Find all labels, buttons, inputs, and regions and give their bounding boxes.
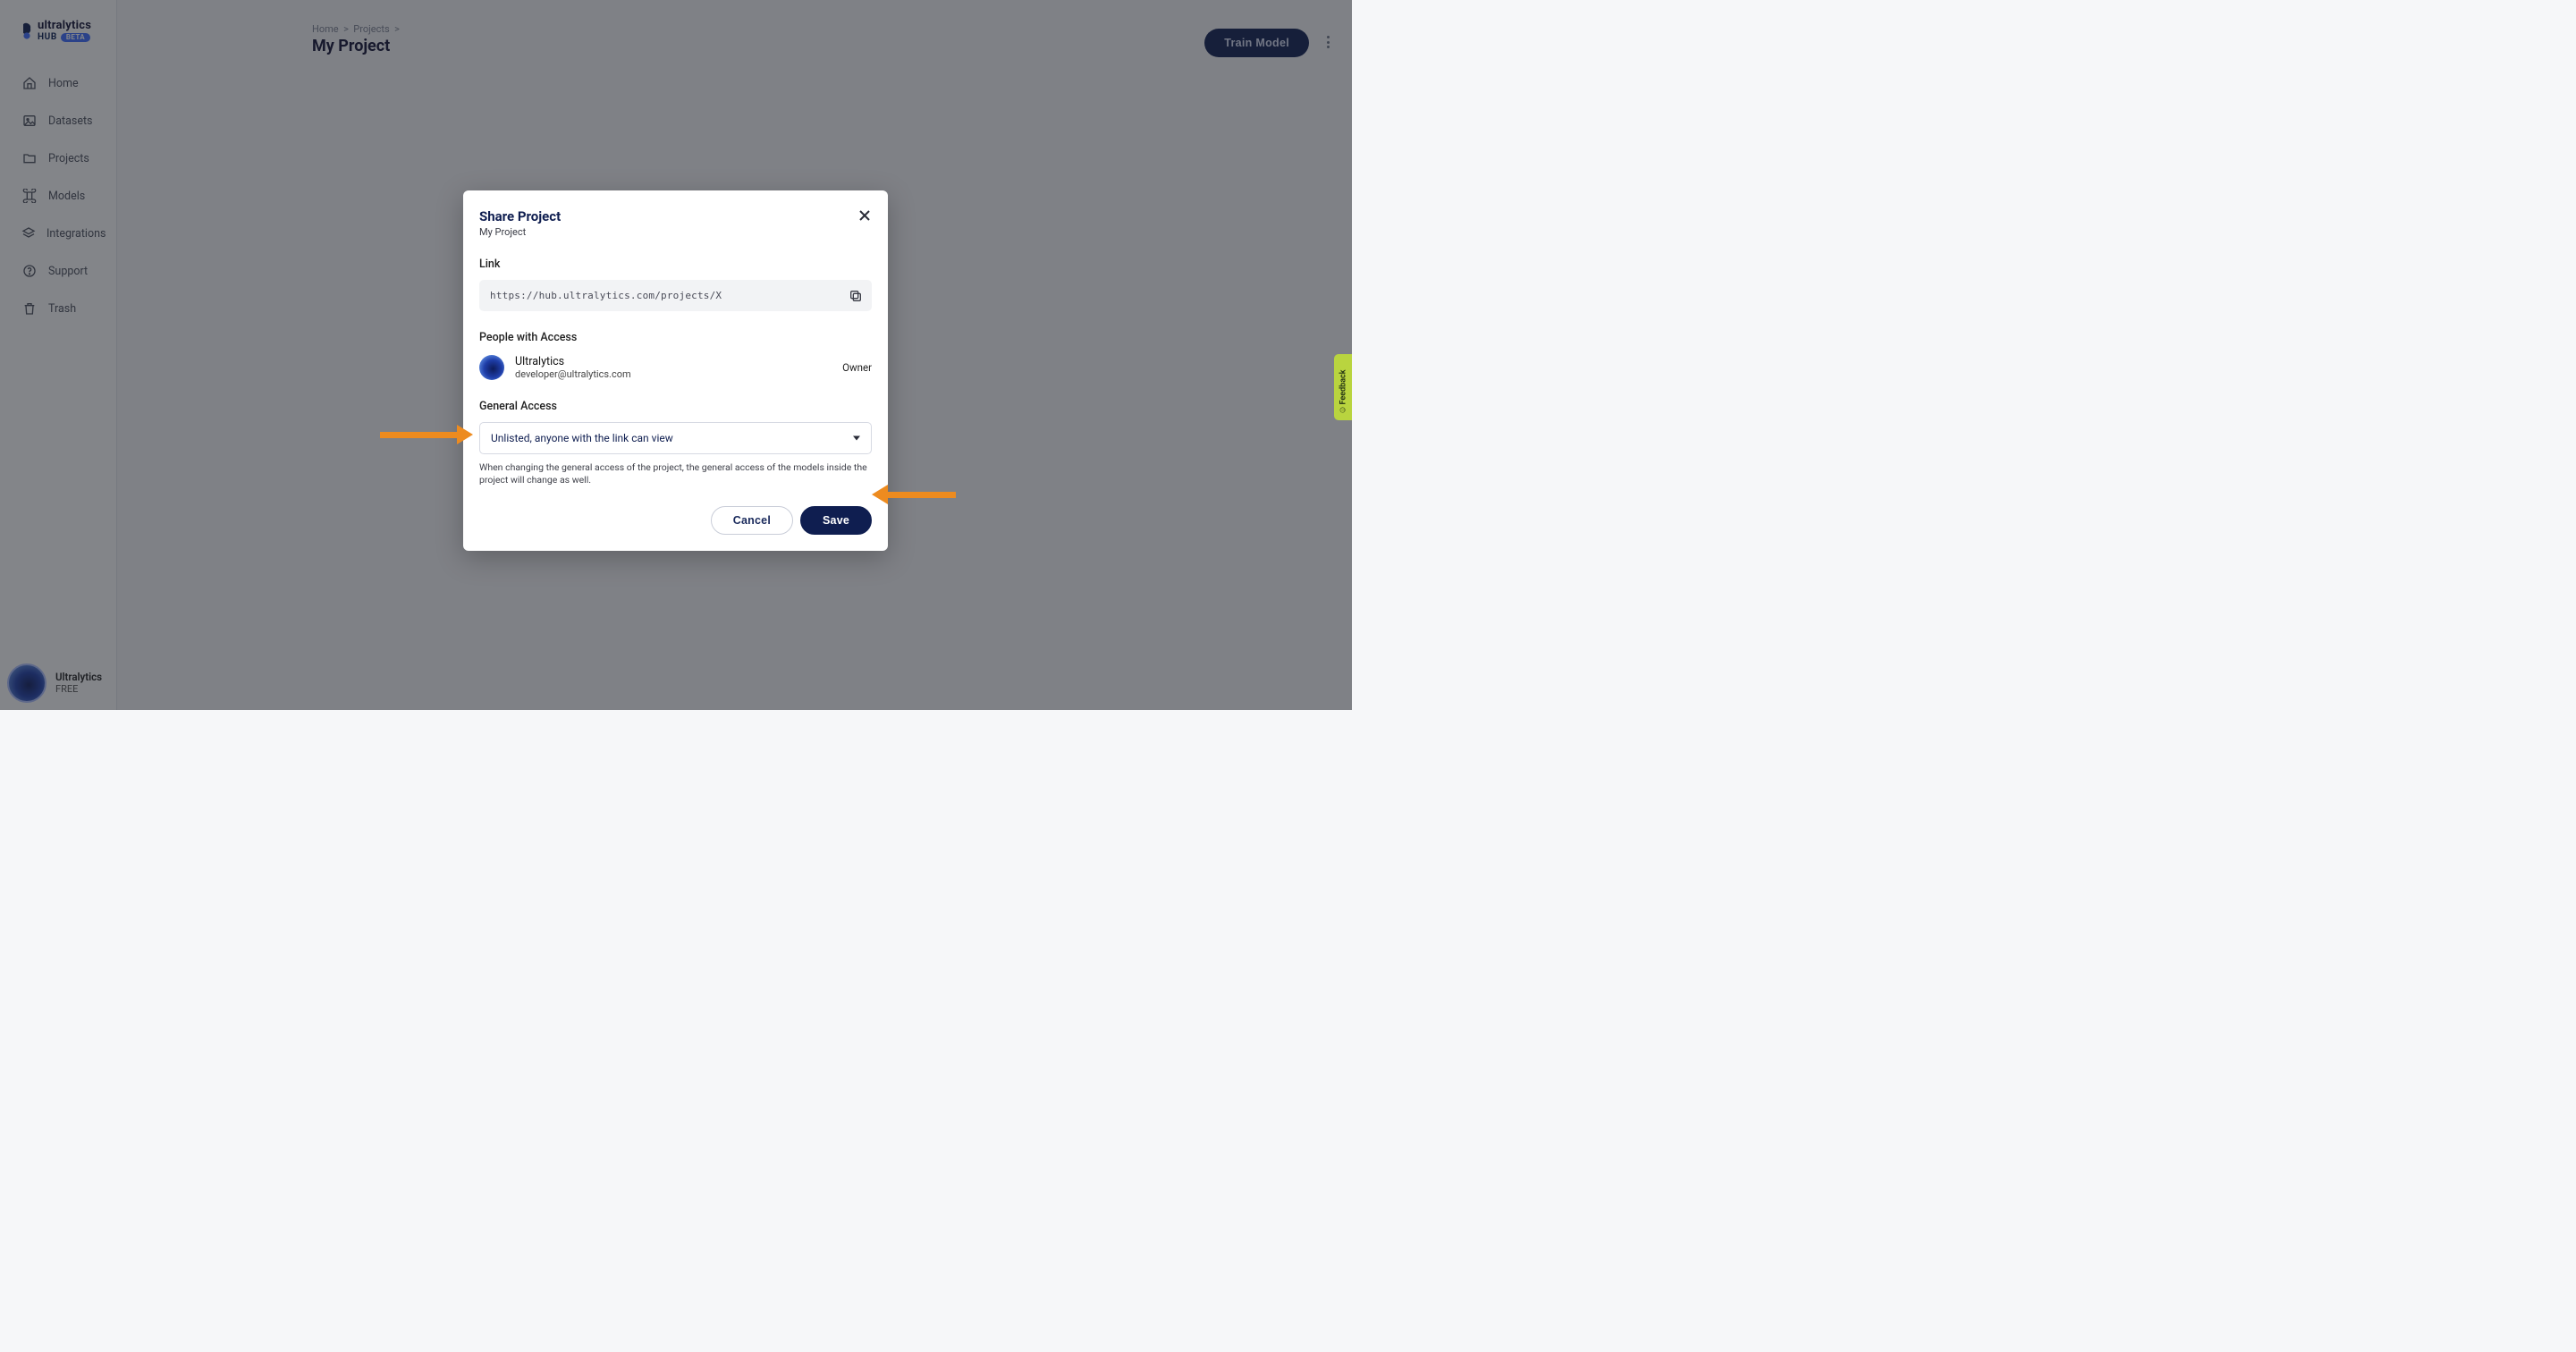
person-avatar <box>479 355 504 380</box>
annotation-arrow-select <box>380 425 473 444</box>
feedback-tab[interactable]: Feedback ☺ <box>1334 354 1352 420</box>
modal-title: Share Project <box>479 208 872 224</box>
close-icon[interactable] <box>856 207 874 224</box>
chevron-down-icon <box>853 436 860 441</box>
modal-subtitle: My Project <box>479 226 872 238</box>
smiley-icon: ☺ <box>1339 405 1348 414</box>
cancel-button[interactable]: Cancel <box>711 506 793 535</box>
access-help-text: When changing the general access of the … <box>479 461 872 486</box>
link-section-label: Link <box>479 258 872 271</box>
annotation-arrow-save <box>872 485 956 504</box>
access-section-label: General Access <box>479 400 872 413</box>
person-name: Ultralytics <box>515 355 631 368</box>
general-access-value: Unlisted, anyone with the link can view <box>491 432 673 444</box>
share-link-field[interactable]: https://hub.ultralytics.com/projects/X <box>479 280 872 311</box>
person-role: Owner <box>842 361 872 374</box>
general-access-select[interactable]: Unlisted, anyone with the link can view <box>479 422 872 454</box>
feedback-label: Feedback <box>1339 370 1347 405</box>
person-email: developer@ultralytics.com <box>515 368 631 380</box>
share-link-value: https://hub.ultralytics.com/projects/X <box>490 290 722 301</box>
copy-icon[interactable] <box>849 289 863 303</box>
person-row: Ultralytics developer@ultralytics.com Ow… <box>479 355 872 380</box>
people-section-label: People with Access <box>479 331 872 344</box>
share-project-modal: Share Project My Project Link https://hu… <box>463 190 888 551</box>
save-button[interactable]: Save <box>800 506 872 535</box>
